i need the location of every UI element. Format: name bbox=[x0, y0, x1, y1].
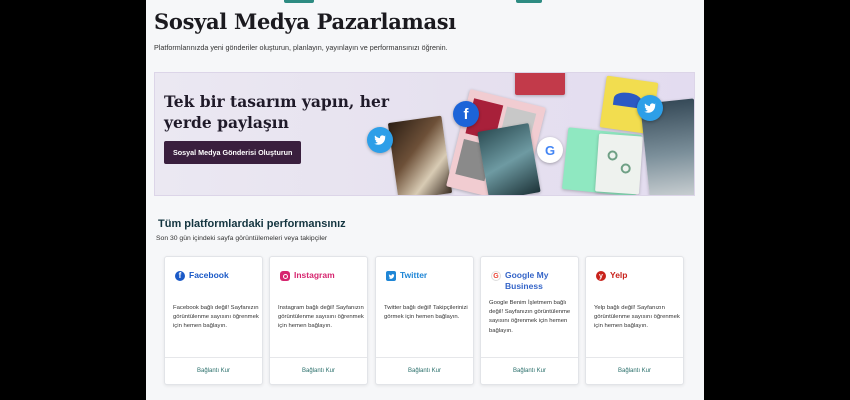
page-subtitle: Platformlarınızda yeni gönderiler oluştu… bbox=[154, 43, 448, 52]
twitter-icon bbox=[367, 127, 393, 153]
create-social-post-button[interactable]: Sosyal Medya Gönderisi Oluşturun bbox=[164, 141, 302, 164]
platform-name: Yelp bbox=[610, 270, 628, 280]
hero-banner: Tek bir tasarım yapın, her yerde paylaşı… bbox=[154, 72, 695, 196]
platform-description: Facebook bağlı değil! Sayfanızın görüntü… bbox=[173, 305, 259, 330]
platform-description: Twitter bağlı değil! Takipçilerinizi gör… bbox=[384, 305, 468, 321]
instagram-icon bbox=[280, 271, 290, 281]
facebook-icon: f bbox=[175, 271, 185, 281]
twitter-icon bbox=[637, 95, 663, 121]
connect-instagram-link[interactable]: Bağlantı Kur bbox=[270, 357, 367, 384]
platform-name: Twitter bbox=[400, 270, 428, 280]
connect-yelp-link[interactable]: Bağlantı Kur bbox=[586, 357, 683, 384]
yelp-icon: y bbox=[596, 271, 606, 281]
social-media-marketing-page: Sosyal Medya Pazarlaması Platformlarınız… bbox=[146, 0, 704, 400]
facebook-icon: f bbox=[453, 101, 479, 127]
platform-description: Google Benim İşletmem bağlı değil! Sayfa… bbox=[489, 300, 571, 334]
google-icon: G bbox=[537, 137, 563, 163]
platform-description: Yelp bağlı değil! Sayfanızın görüntülenm… bbox=[594, 305, 680, 330]
connect-google-my-business-link[interactable]: Bağlantı Kur bbox=[481, 357, 578, 384]
page-title: Sosyal Medya Pazarlaması bbox=[154, 9, 456, 34]
platform-card-google-my-business: G Google My Business Google Benim İşletm… bbox=[480, 256, 579, 385]
platform-card-instagram: Instagram Instagram bağlı değil! Sayfanı… bbox=[269, 256, 368, 385]
google-icon: G bbox=[491, 271, 501, 281]
platform-card-facebook: f Facebook Facebook bağlı değil! Sayfanı… bbox=[164, 256, 263, 385]
twitter-icon bbox=[386, 271, 396, 281]
connect-twitter-link[interactable]: Bağlantı Kur bbox=[376, 357, 473, 384]
platform-card-twitter: Twitter Twitter bağlı değil! Takipçileri… bbox=[375, 256, 474, 385]
design-card bbox=[387, 115, 453, 195]
platform-name: Facebook bbox=[189, 270, 229, 280]
design-card bbox=[595, 133, 643, 195]
platform-description: Instagram bağlı değil! Sayfanızın görünt… bbox=[278, 305, 364, 330]
hero-collage: f G bbox=[365, 73, 694, 195]
connect-facebook-link[interactable]: Bağlantı Kur bbox=[165, 357, 262, 384]
platform-name: Instagram bbox=[294, 270, 335, 280]
performance-subtitle: Son 30 gün içindeki sayfa görüntülemeler… bbox=[156, 235, 328, 242]
tab-indicator bbox=[516, 0, 542, 3]
platform-card-yelp: y Yelp Yelp bağlı değil! Sayfanızın görü… bbox=[585, 256, 684, 385]
platform-name: Google My Business bbox=[505, 270, 549, 291]
design-card bbox=[515, 73, 565, 95]
tab-indicator bbox=[284, 0, 314, 3]
performance-title: Tüm platformlardaki performansınız bbox=[158, 218, 346, 230]
